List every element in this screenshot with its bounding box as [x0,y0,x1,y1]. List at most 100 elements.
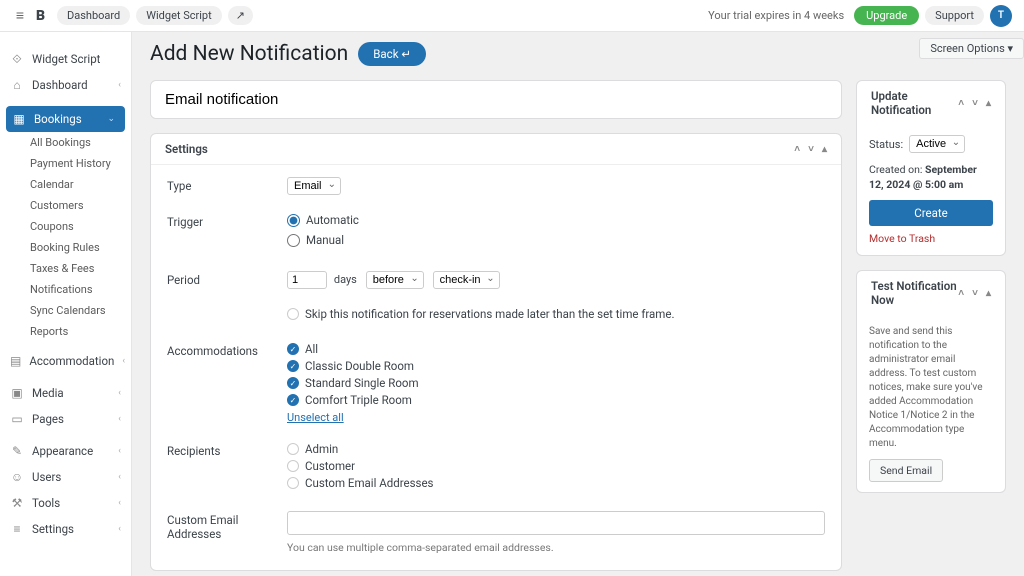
user-icon: ☺ [10,470,24,484]
panel-down-icon[interactable]: ˅ [972,98,978,109]
accom-all-checkbox[interactable]: ✓ [287,343,299,355]
custom-email-help: You can use multiple comma-separated ema… [287,541,825,554]
sidebar-sub-payment-history[interactable]: Payment History [20,153,131,174]
sidebar-item-bookings[interactable]: ▦Bookings⌄ [6,106,125,132]
chevron-icon: ‹ [118,446,121,456]
sidebar-item-media[interactable]: ▣Media‹ [0,380,131,406]
chk-label: All [305,342,318,356]
trigger-automatic-radio[interactable] [287,214,300,227]
chk-label: Comfort Triple Room [305,393,412,407]
sidebar-label: Users [32,470,61,484]
sidebar-sub-notifications[interactable]: Notifications [20,279,131,300]
period-before-select[interactable]: before [366,271,424,289]
media-icon: ▣ [10,386,24,400]
accom-comfort-checkbox[interactable]: ✓ [287,394,299,406]
sidebar-label: Accommodation [29,354,114,368]
chk-label: Standard Single Room [305,376,419,390]
update-panel: Update Notification ˄ ˅ ▴ Status: Active [856,80,1006,256]
notification-name-card [150,80,842,119]
rec-admin-checkbox[interactable] [287,443,299,455]
accommodations-label: Accommodations [167,342,287,424]
sidebar-sub-coupons[interactable]: Coupons [20,216,131,237]
chk-label: Classic Double Room [305,359,414,373]
period-event-select[interactable]: check-in [433,271,500,289]
panel-up-icon[interactable]: ˄ [958,98,964,109]
accom-standard-checkbox[interactable]: ✓ [287,377,299,389]
sidebar-label: Settings [32,522,74,536]
unselect-all-link[interactable]: Unselect all [287,411,344,424]
avatar[interactable]: T [990,5,1012,27]
send-email-button[interactable]: Send Email [869,459,943,482]
back-button[interactable]: Back ↵ [358,42,426,66]
sidebar-sub-booking-rules[interactable]: Booking Rules [20,237,131,258]
status-select[interactable]: Active [909,135,965,153]
trigger-label: Trigger [167,213,287,253]
sidebar-item-widget-script[interactable]: ⟐Widget Script [0,46,131,72]
sidebar-item-settings[interactable]: ≡Settings‹ [0,516,131,542]
panel-title: Test Notification Now [871,279,958,307]
move-to-trash-link[interactable]: Move to Trash [869,232,935,245]
radio-label: Manual [306,233,344,247]
sidebar-item-dashboard[interactable]: ⌂Dashboard‹ [0,72,131,98]
panel-down-icon[interactable]: ˅ [972,288,978,299]
page-title: Add New Notification [150,42,348,66]
type-label: Type [167,177,287,195]
pill-dashboard[interactable]: Dashboard [57,6,130,25]
app-header: ≡ B Dashboard Widget Script ↗ Your trial… [0,0,1024,32]
skip-label: Skip this notification for reservations … [305,307,675,321]
brand-logo[interactable]: B [36,8,45,24]
rec-custom-checkbox[interactable] [287,477,299,489]
sidebar-sub-calendar[interactable]: Calendar [20,174,131,195]
radio-label: Automatic [306,213,359,227]
notification-name-input[interactable] [151,81,841,118]
sidebar: ⟐Widget Script ⌂ Dashboard ‹ ▦Bookings⌄ Al… [0,32,132,576]
created-label: Created on: [869,163,922,176]
sidebar-item-users[interactable]: ☺ Users ‹ [0,464,131,490]
panel-down-icon[interactable]: ˅ [808,144,814,155]
sidebar-item-pages[interactable]: ▭ Pages ‹ [0,406,131,432]
house-icon: ▤ [10,354,21,368]
type-select[interactable]: Email [287,177,341,195]
panel-up-icon[interactable]: ˄ [958,288,964,299]
custom-email-input[interactable] [287,511,825,535]
sidebar-item-tools[interactable]: ⚒Tools‹ [0,490,131,516]
sidebar-sub-reports[interactable]: Reports [20,321,131,342]
gear-icon: ≡ [10,522,24,536]
sidebar-sub-all-bookings[interactable]: All Bookings [20,132,131,153]
panel-toggle-icon[interactable]: ▴ [986,288,991,299]
panel-toggle-icon[interactable]: ▴ [822,144,827,155]
sidebar-label: Bookings [34,112,82,126]
sidebar-label: Widget Script [32,52,100,66]
rec-customer-checkbox[interactable] [287,460,299,472]
chevron-icon: ‹ [118,498,121,508]
skip-checkbox[interactable] [287,308,299,320]
sidebar-item-appearance[interactable]: ✎Appearance‹ [0,438,131,464]
test-panel: Test Notification Now ˄ ˅ ▴ Save and sen… [856,270,1006,493]
sidebar-sub-sync-calendars[interactable]: Sync Calendars [20,300,131,321]
screen-options-button[interactable]: Screen Options ▾ [919,38,1024,59]
pill-widget-script[interactable]: Widget Script [136,6,221,25]
period-number-input[interactable] [287,271,327,289]
sidebar-sub-customers[interactable]: Customers [20,195,131,216]
panel-toggle-icon[interactable]: ▴ [986,98,991,109]
chevron-icon: ‹ [118,414,121,424]
chevron-icon: ‹ [118,472,121,482]
support-button[interactable]: Support [925,6,984,25]
hamburger-icon[interactable]: ≡ [12,8,28,24]
create-button[interactable]: Create [869,200,993,226]
upgrade-button[interactable]: Upgrade [854,6,919,25]
external-link-icon[interactable]: ↗ [228,6,253,25]
test-help-text: Save and send this notification to the a… [869,325,993,451]
dashboard-icon: ⌂ [10,78,24,92]
sidebar-sub-taxes-fees[interactable]: Taxes & Fees [20,258,131,279]
pages-icon: ▭ [10,412,24,426]
sidebar-label: Pages [32,412,64,426]
settings-panel: Settings ˄ ˅ ▴ Type Email [150,133,842,571]
panel-up-icon[interactable]: ˄ [794,144,800,155]
sidebar-item-accommodation[interactable]: ▤Accommodation‹ [0,348,131,374]
sidebar-label: Dashboard [32,78,88,92]
sidebar-label: Tools [32,496,60,510]
content-area: Screen Options ▾ Add New Notification Ba… [132,32,1024,576]
trigger-manual-radio[interactable] [287,234,300,247]
accom-classic-checkbox[interactable]: ✓ [287,360,299,372]
